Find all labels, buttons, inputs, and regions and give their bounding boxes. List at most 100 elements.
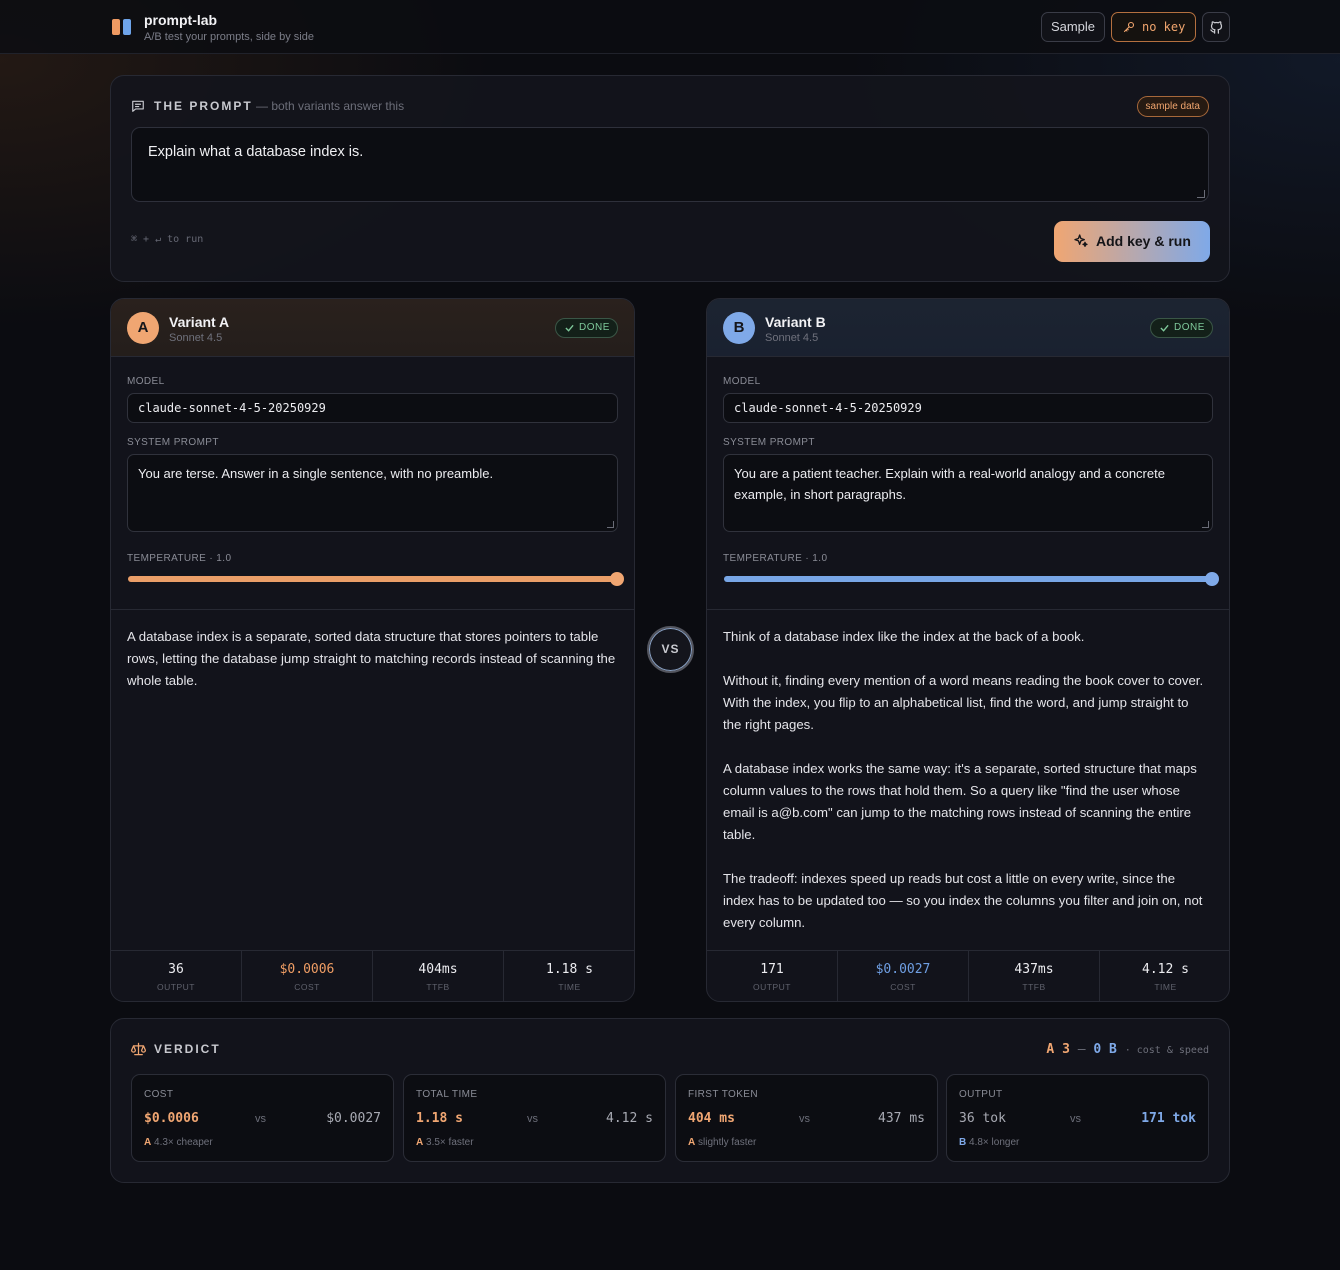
logo-icon — [112, 19, 132, 35]
stat-cost: $0.0006 COST — [242, 951, 373, 1001]
key-icon — [1123, 21, 1135, 33]
variant-a-model-label: MODEL — [127, 376, 165, 387]
prompt-section-subtitle: — both variants answer this — [256, 99, 405, 113]
score-a: A 3 — [1046, 1042, 1070, 1057]
variant-a-slider-handle[interactable] — [610, 572, 624, 586]
stat-ttfb: 437ms TTFB — [969, 951, 1100, 1001]
sample-button[interactable]: Sample — [1041, 12, 1105, 42]
stat-output: 36 OUTPUT — [111, 951, 242, 1001]
verdict-item-label: COST — [144, 1089, 174, 1100]
verdict-note-text: 3.5× faster — [426, 1137, 474, 1148]
github-icon — [1210, 21, 1223, 34]
stat-value: 171 — [760, 962, 784, 977]
prompt-section-title: THE PROMPT — [154, 99, 253, 113]
verdict-value-b: $0.0027 — [326, 1111, 381, 1126]
stat-label: OUTPUT — [157, 982, 195, 992]
stat-label: OUTPUT — [753, 982, 791, 992]
app-title: prompt-lab — [144, 12, 218, 28]
verdict-vs: vs — [255, 1113, 266, 1125]
vs-badge: VS — [647, 626, 694, 673]
variant-b-system-prompt-input[interactable]: You are a patient teacher. Explain with … — [723, 454, 1213, 532]
verdict-value-a: $0.0006 — [144, 1111, 199, 1126]
verdict-total-time: TOTAL TIME 1.18 s vs 4.12 s A 3.5× faste… — [403, 1074, 666, 1162]
stat-time: 1.18 s TIME — [504, 951, 634, 1001]
verdict-card: VERDICT A 3 — 0 B · cost & speed COST $0… — [110, 1018, 1230, 1183]
stat-value: 1.18 s — [546, 962, 593, 977]
verdict-note: A 3.5× faster — [416, 1137, 474, 1148]
verdict-note-text: slightly faster — [698, 1137, 757, 1148]
verdict-note: B 4.8× longer — [959, 1137, 1019, 1148]
verdict-note-text: 4.8× longer — [969, 1137, 1020, 1148]
message-icon — [132, 100, 144, 112]
variant-a-status-label: DONE — [579, 322, 610, 333]
variant-a-system-label: SYSTEM PROMPT — [127, 437, 219, 448]
verdict-first-token: FIRST TOKEN 404 ms vs 437 ms A slightly … — [675, 1074, 938, 1162]
verdict-note: A 4.3× cheaper — [144, 1137, 213, 1148]
verdict-value-a: 404 ms — [688, 1111, 735, 1126]
stat-label: TTFB — [1022, 982, 1046, 992]
winner-letter: A — [144, 1137, 152, 1148]
check-icon — [565, 324, 574, 332]
variant-b-model-input[interactable]: claude-sonnet-4-5-20250929 — [723, 393, 1213, 423]
verdict-value-b: 437 ms — [878, 1111, 925, 1126]
api-key-button[interactable]: no key — [1111, 12, 1196, 42]
verdict-title: VERDICT — [154, 1042, 221, 1056]
verdict-item-label: OUTPUT — [959, 1089, 1003, 1100]
verdict-item-label: FIRST TOKEN — [688, 1089, 758, 1100]
variant-a-status-badge: DONE — [555, 318, 618, 338]
variant-b-card: B Variant B Sonnet 4.5 DONE MODEL claude… — [706, 298, 1230, 1002]
variant-a-divider — [111, 609, 634, 610]
stat-label: TIME — [558, 982, 581, 992]
stat-value: 4.12 s — [1142, 962, 1189, 977]
stat-value: 36 — [168, 962, 184, 977]
response-paragraph: The tradeoff: indexes speed up reads but… — [723, 871, 1203, 930]
verdict-item-label: TOTAL TIME — [416, 1089, 478, 1100]
stat-time: 4.12 s TIME — [1100, 951, 1229, 1001]
verdict-score: A 3 — 0 B · cost & speed — [1046, 1042, 1209, 1057]
score-tag: · cost & speed — [1124, 1045, 1209, 1056]
check-icon — [1160, 324, 1169, 332]
stat-label: COST — [890, 982, 916, 992]
stat-value: $0.0027 — [875, 962, 931, 977]
variant-a-temperature-slider[interactable] — [128, 572, 624, 586]
variant-b-model-label: MODEL — [723, 376, 761, 387]
verdict-value-a: 1.18 s — [416, 1111, 463, 1126]
verdict-output: OUTPUT 36 tok vs 171 tok B 4.8× longer — [946, 1074, 1209, 1162]
response-paragraph: Think of a database index like the index… — [723, 629, 1085, 644]
stat-value: 437ms — [1014, 962, 1054, 977]
verdict-vs: vs — [1070, 1113, 1081, 1125]
variant-b-slider-handle[interactable] — [1205, 572, 1219, 586]
variant-b-temperature-slider[interactable] — [724, 572, 1219, 586]
score-dash: — — [1077, 1042, 1086, 1057]
sample-data-badge: sample data — [1136, 96, 1209, 117]
app-subtitle: A/B test your prompts, side by side — [144, 31, 314, 43]
prompt-input[interactable]: Explain what a database index is. — [131, 127, 1209, 202]
variant-a-title: Variant A — [169, 314, 230, 330]
variant-b-status-badge: DONE — [1150, 318, 1213, 338]
stat-cost: $0.0027 COST — [838, 951, 969, 1001]
response-paragraph: Without it, finding every mention of a w… — [723, 673, 1204, 732]
variant-b-model-name: Sonnet 4.5 — [765, 332, 819, 344]
variant-a-header: A Variant A Sonnet 4.5 DONE — [111, 299, 634, 357]
winner-letter: B — [959, 1137, 967, 1148]
stat-value: $0.0006 — [279, 962, 335, 977]
stat-ttfb: 404ms TTFB — [373, 951, 504, 1001]
run-shortcut-hint: ⌘ + ↵ to run — [131, 234, 204, 245]
variant-b-title: Variant B — [765, 314, 826, 330]
response-paragraph: A database index is a separate, sorted d… — [127, 629, 616, 688]
variant-b-system-label: SYSTEM PROMPT — [723, 437, 815, 448]
variant-b-divider — [707, 609, 1229, 610]
verdict-value-b: 171 tok — [1141, 1111, 1196, 1126]
stat-output: 171 OUTPUT — [707, 951, 838, 1001]
stat-label: TTFB — [426, 982, 450, 992]
add-key-and-run-button[interactable]: Add key & run — [1054, 221, 1210, 262]
api-key-label: no key — [1142, 20, 1186, 34]
variant-a-model-input[interactable]: claude-sonnet-4-5-20250929 — [127, 393, 618, 423]
github-button[interactable] — [1202, 12, 1230, 42]
verdict-note-text: 4.3× cheaper — [154, 1137, 213, 1148]
response-paragraph: A database index works the same way: it'… — [723, 761, 1197, 842]
verdict-vs: vs — [527, 1113, 538, 1125]
variant-a-system-prompt-input[interactable]: You are terse. Answer in a single senten… — [127, 454, 618, 532]
variant-b-response: Think of a database index like the index… — [723, 626, 1209, 956]
variant-a-avatar: A — [127, 312, 159, 344]
